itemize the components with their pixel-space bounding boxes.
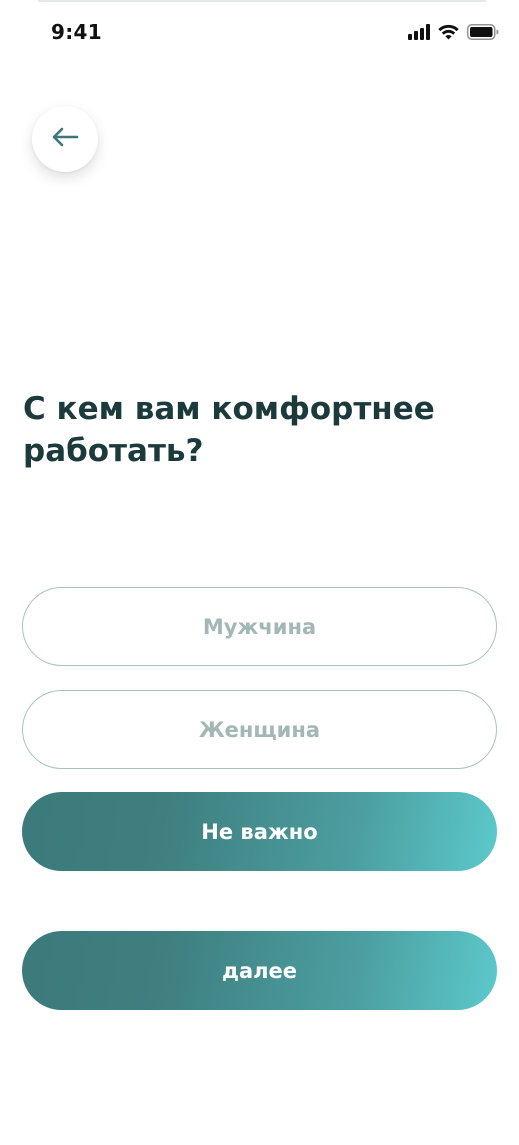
status-time: 9:41 [51, 20, 102, 44]
option-female[interactable]: Женщина [22, 690, 497, 769]
arrow-left-icon [51, 126, 79, 152]
status-bar: 9:41 [0, 18, 519, 52]
next-button[interactable]: далее [22, 931, 497, 1010]
wifi-icon [438, 24, 459, 44]
option-no-matter[interactable]: Не важно [22, 792, 497, 871]
question-title: С кем вам комфортнее работать? [23, 391, 435, 469]
back-button[interactable] [32, 106, 98, 172]
signal-icon [408, 24, 430, 44]
option-label: Женщина [198, 717, 321, 742]
status-icons [408, 24, 499, 44]
option-label: Не важно [201, 819, 318, 844]
battery-icon [467, 24, 499, 44]
option-label: Мужчина [202, 614, 317, 639]
option-male[interactable]: Мужчина [22, 587, 497, 666]
next-button-label: далее [222, 958, 297, 983]
top-divider [38, 0, 486, 2]
